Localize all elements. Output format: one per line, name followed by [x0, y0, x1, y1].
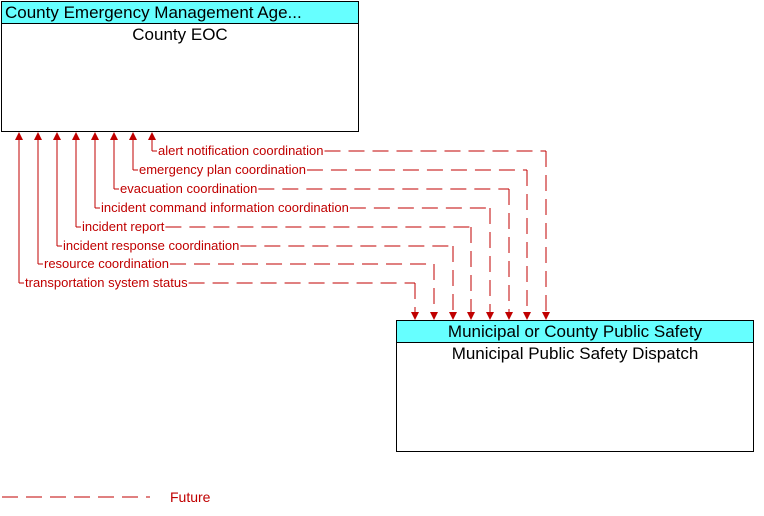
arrow-down-icon	[542, 312, 550, 320]
flow-label[interactable]: emergency plan coordination	[139, 162, 306, 177]
arrow-down-icon	[467, 312, 475, 320]
arrow-up-icon	[72, 132, 80, 140]
flow-label[interactable]: transportation system status	[25, 275, 188, 290]
arrow-down-icon	[523, 312, 531, 320]
arrow-down-icon	[411, 312, 419, 320]
flow-label[interactable]: alert notification coordination	[158, 143, 324, 158]
legend-future-label: Future	[170, 489, 211, 505]
arrow-down-icon	[449, 312, 457, 320]
arrow-down-icon	[486, 312, 494, 320]
flow-label[interactable]: incident report	[82, 219, 165, 234]
flow-label[interactable]: incident command information coordinatio…	[101, 200, 349, 215]
arrow-up-icon	[91, 132, 99, 140]
flow-evacuation-coordination[interactable]: evacuation coordination	[110, 132, 513, 320]
flow-label[interactable]: evacuation coordination	[120, 181, 257, 196]
arrow-up-icon	[34, 132, 42, 140]
flow-label[interactable]: incident response coordination	[63, 238, 239, 253]
flow-emergency-plan-coordination[interactable]: emergency plan coordination	[129, 132, 531, 320]
arrow-up-icon	[129, 132, 137, 140]
arrow-down-icon	[430, 312, 438, 320]
flow-diagram: alert notification coordination emergency…	[2, 132, 550, 498]
arrow-up-icon	[148, 132, 156, 140]
arrow-up-icon	[110, 132, 118, 140]
arrow-up-icon	[15, 132, 23, 140]
arrow-down-icon	[505, 312, 513, 320]
flow-label[interactable]: resource coordination	[44, 256, 169, 271]
arrow-up-icon	[53, 132, 61, 140]
